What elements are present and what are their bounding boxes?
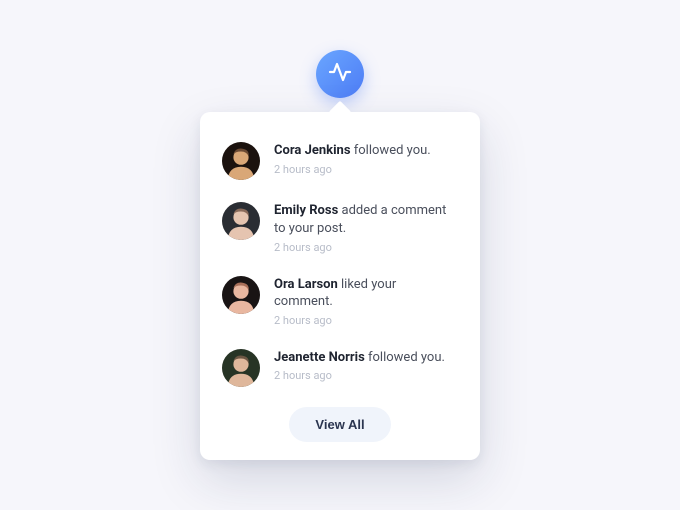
notification-user-name: Ora Larson <box>274 277 338 292</box>
notifications-list: Cora Jenkins followed you. 2 hours ago Em… <box>222 134 458 400</box>
notification-item[interactable]: Emily Ross added a comment to your post.… <box>222 194 458 267</box>
notification-action: followed you. <box>368 350 445 365</box>
notification-message: Ora Larson liked your comment. <box>274 276 458 311</box>
notification-message: Jeanette Norris followed you. <box>274 349 458 367</box>
popover-footer: View All <box>222 401 458 442</box>
notification-text: Cora Jenkins followed you. 2 hours ago <box>274 142 458 176</box>
notification-message: Cora Jenkins followed you. <box>274 142 458 160</box>
notifications-trigger[interactable] <box>316 50 364 98</box>
activity-icon <box>328 60 352 88</box>
avatar <box>222 349 260 387</box>
notification-item[interactable]: Jeanette Norris followed you. 2 hours ago <box>222 341 458 401</box>
notification-action: followed you. <box>354 143 431 158</box>
notifications-popover: Cora Jenkins followed you. 2 hours ago Em… <box>200 112 480 459</box>
avatar <box>222 276 260 314</box>
notification-text: Jeanette Norris followed you. 2 hours ago <box>274 349 458 383</box>
notification-user-name: Cora Jenkins <box>274 143 351 158</box>
notification-item[interactable]: Ora Larson liked your comment. 2 hours ag… <box>222 268 458 341</box>
notification-text: Emily Ross added a comment to your post.… <box>274 202 458 253</box>
avatar <box>222 142 260 180</box>
avatar <box>222 202 260 240</box>
notification-time: 2 hours ago <box>274 314 458 327</box>
notification-time: 2 hours ago <box>274 163 458 176</box>
notification-item[interactable]: Cora Jenkins followed you. 2 hours ago <box>222 134 458 194</box>
notification-time: 2 hours ago <box>274 369 458 382</box>
notification-text: Ora Larson liked your comment. 2 hours ag… <box>274 276 458 327</box>
notification-time: 2 hours ago <box>274 241 458 254</box>
notification-user-name: Emily Ross <box>274 203 338 218</box>
notification-user-name: Jeanette Norris <box>274 350 365 365</box>
notification-message: Emily Ross added a comment to your post. <box>274 202 458 237</box>
view-all-button[interactable]: View All <box>289 407 390 442</box>
